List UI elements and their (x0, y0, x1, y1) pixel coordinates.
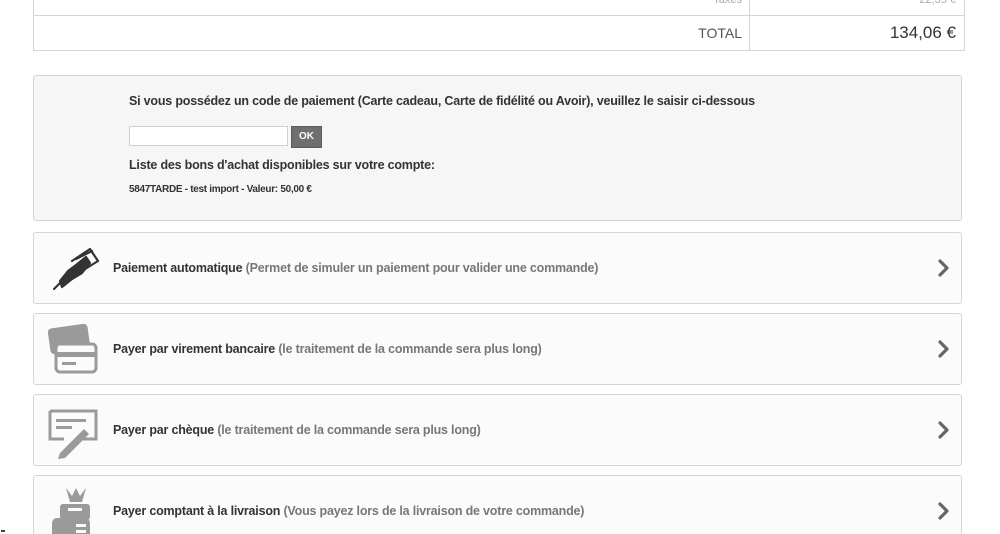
total-value: 134,06 € (889, 23, 956, 42)
payment-title: Payer comptant à la livraison (113, 504, 281, 518)
checkout-page: Taxes 22,35 € TOTAL 134,06 € Si vous pos… (0, 0, 1000, 534)
chevron-right-icon (938, 259, 949, 277)
payment-desc: (Permet de simuler un paiement pour vali… (245, 261, 599, 275)
chevron-right-icon (938, 502, 949, 520)
voucher-intro-text: Si vous possédez un code de paiement (Ca… (129, 94, 755, 108)
voucher-list-item[interactable]: 5847TARDE - test import - Valeur: 50,00 … (129, 184, 312, 195)
payment-option-cheque[interactable]: Payer par chèque (le traitement de la co… (33, 394, 962, 466)
cheque-icon (48, 409, 98, 459)
payment-label: Payer comptant à la livraison (Vous paye… (113, 476, 584, 534)
totals-row-total: TOTAL 134,06 € (34, 15, 964, 50)
payment-option-bank-transfer[interactable]: Payer par virement bancaire (le traiteme… (33, 313, 962, 385)
voucher-ok-button[interactable]: OK (291, 126, 322, 148)
payment-title: Payer par chèque (113, 423, 215, 437)
totals-row-taxes: Taxes 22,35 € (34, 0, 964, 15)
total-label: TOTAL (34, 16, 750, 50)
bank-card-icon (47, 323, 98, 374)
card-swipe-icon (52, 247, 100, 291)
order-totals-table: Taxes 22,35 € TOTAL 134,06 € (33, 0, 965, 51)
voucher-box: Si vous possédez un code de paiement (Ca… (33, 75, 962, 221)
payment-option-automatic[interactable]: Paiement automatique (Permet de simuler … (33, 232, 962, 304)
payment-label: Payer par chèque (le traitement de la co… (113, 395, 481, 465)
payment-option-cash-on-delivery[interactable]: Payer comptant à la livraison (Vous paye… (33, 475, 962, 534)
voucher-code-input[interactable] (129, 126, 288, 146)
chevron-right-icon (938, 340, 949, 358)
voucher-list-title: Liste des bons d'achat disponibles sur v… (129, 158, 435, 172)
payment-label: Payer par virement bancaire (le traiteme… (113, 314, 542, 384)
payment-title: Paiement automatique (113, 261, 243, 275)
payment-desc: (le traitement de la commande sera plus … (217, 423, 481, 437)
payment-desc: (Vous payez lors de la livraison de votr… (283, 504, 585, 518)
cash-hand-icon (52, 488, 90, 534)
payment-label: Paiement automatique (Permet de simuler … (113, 233, 598, 303)
taxes-label: Taxes (34, 0, 750, 15)
taxes-value: 22,35 € (919, 0, 956, 6)
payment-desc: (le traitement de la commande sera plus … (278, 342, 542, 356)
payment-title: Payer par virement bancaire (113, 342, 276, 356)
page-mark (1, 530, 5, 532)
chevron-right-icon (938, 421, 949, 439)
